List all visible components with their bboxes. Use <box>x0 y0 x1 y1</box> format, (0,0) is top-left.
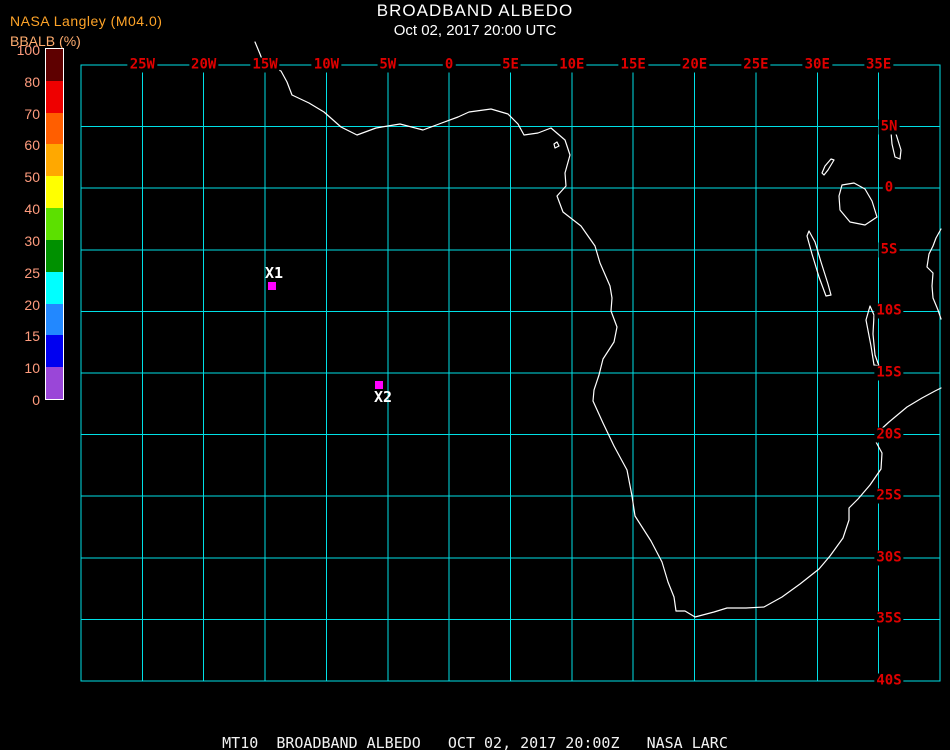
lon-label-0: 0 <box>442 56 456 73</box>
marker-square-X1 <box>268 282 276 290</box>
lake-albert <box>821 158 835 176</box>
lon-label-10W: 10W <box>311 56 342 73</box>
east-africa-coastline <box>926 228 942 320</box>
lat-label-5N: 5N <box>878 118 900 135</box>
lon-label-25E: 25E <box>741 56 771 73</box>
lat-label-15S: 15S <box>874 364 904 381</box>
lon-label-15W: 15W <box>250 56 280 73</box>
lat-label-20S: 20S <box>874 426 904 443</box>
lat-label-5S: 5S <box>878 241 900 258</box>
status-line: MT10 BROADBAND ALBEDO OCT 02, 2017 20:00… <box>222 734 728 750</box>
lon-label-5W: 5W <box>377 56 399 73</box>
lake-tanganyika <box>806 230 832 297</box>
lat-label-10S: 10S <box>874 302 904 319</box>
graticule-grid <box>80 64 941 682</box>
lat-label-30S: 30S <box>874 549 904 566</box>
map-canvas <box>80 41 942 682</box>
lon-label-35E: 35E <box>863 56 894 73</box>
lon-label-25W: 25W <box>127 56 157 73</box>
lat-label-35S: 35S <box>874 610 904 627</box>
marker-label-X2: X2 <box>374 388 393 406</box>
coastline-layer <box>254 41 942 618</box>
albedo-map-screen: NASA Langley (M04.0) BBALB (%) BROADBAND… <box>0 0 950 750</box>
lat-label-25S: 25S <box>874 487 904 504</box>
lake-turkana <box>890 131 902 160</box>
lake-victoria <box>838 182 878 226</box>
lon-label-15E: 15E <box>618 56 648 73</box>
marker-label-X1: X1 <box>265 264 284 282</box>
lon-label-20W: 20W <box>189 56 219 73</box>
lat-label-0: 0 <box>882 179 896 196</box>
lon-label-30E: 30E <box>802 56 832 73</box>
lon-label-20E: 20E <box>679 56 710 73</box>
africa-west-coastline <box>254 41 942 618</box>
lon-label-5E: 5E <box>500 56 521 73</box>
bioko-island <box>553 141 560 149</box>
lat-label-40S: 40S <box>874 672 904 689</box>
lon-label-10E: 10E <box>557 56 587 73</box>
